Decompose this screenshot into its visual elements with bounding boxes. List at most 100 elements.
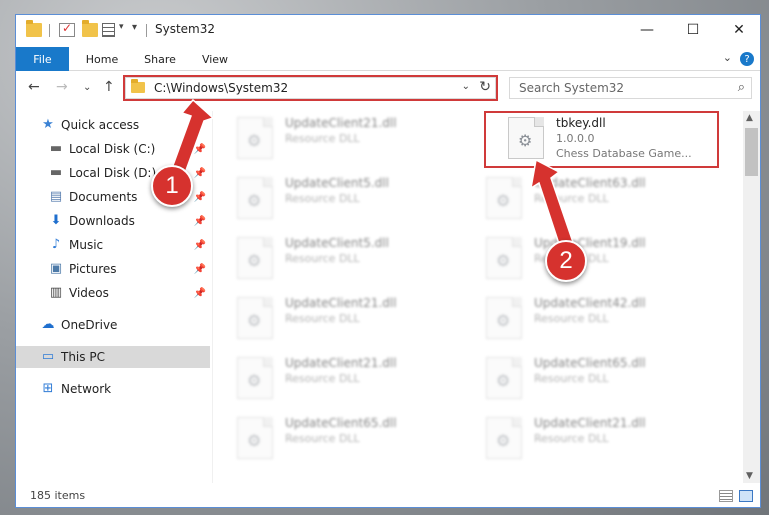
nav-item-pictures[interactable]: ▣ Pictures 📌 bbox=[16, 258, 210, 280]
gear-icon: ⚙ bbox=[247, 311, 262, 330]
search-box[interactable]: ⌕ bbox=[509, 77, 752, 99]
customize-quick-access-icon[interactable]: ▾ bbox=[132, 22, 137, 33]
new-folder-icon[interactable] bbox=[82, 20, 98, 37]
pin-icon[interactable]: 📌 bbox=[194, 192, 206, 203]
pin-icon[interactable]: 📌 bbox=[194, 144, 206, 155]
network-icon: ⊞ bbox=[42, 381, 54, 396]
dll-file-icon: ⚙ bbox=[486, 357, 522, 399]
file-tile[interactable]: ⚙ UpdateClient21.dll Resource DLL bbox=[214, 291, 444, 343]
dll-file-icon: ⚙ bbox=[237, 357, 273, 399]
address-path[interactable]: C:\Windows\System32 bbox=[154, 81, 288, 95]
music-icon: ♪ bbox=[51, 237, 61, 252]
step-1-badge: 1 bbox=[151, 165, 193, 207]
navigation-bar: ← → ⌄ ↑ C:\Windows\System32 ⌄ ↻ ⌕ bbox=[16, 73, 760, 103]
tab-home[interactable]: Home bbox=[78, 47, 126, 71]
file-name: tbkey.dll bbox=[556, 116, 606, 130]
status-bar: 185 items bbox=[16, 485, 760, 507]
file-tile[interactable]: ⚙ UpdateClient21.dll Resource DLL bbox=[214, 351, 444, 403]
dll-file-icon: ⚙ bbox=[508, 117, 544, 159]
pin-icon[interactable]: 📌 bbox=[194, 216, 206, 227]
gear-icon: ⚙ bbox=[496, 371, 511, 390]
dll-file-icon: ⚙ bbox=[237, 117, 273, 159]
step-2-badge: 2 bbox=[545, 240, 587, 282]
scrollbar-thumb[interactable] bbox=[745, 128, 758, 176]
file-tile[interactable]: ⚙ UpdateClient5.dll Resource DLL bbox=[214, 171, 444, 223]
videos-icon: ▥ bbox=[49, 285, 63, 300]
chevron-down-icon[interactable]: ⌄ bbox=[723, 51, 732, 64]
properties-icon[interactable] bbox=[102, 23, 115, 37]
dll-file-icon: ⚙ bbox=[486, 297, 522, 339]
large-icons-view-icon[interactable] bbox=[739, 490, 753, 502]
close-button[interactable]: ✕ bbox=[716, 15, 760, 45]
properties-check-icon[interactable] bbox=[59, 21, 75, 37]
chevron-down-icon[interactable]: ⌄ bbox=[462, 81, 470, 92]
file-explorer-window: ▾ ▾ System32 — ☐ ✕ File Home Share View … bbox=[15, 14, 761, 508]
title-bar: ▾ ▾ System32 — ☐ ✕ bbox=[16, 15, 760, 47]
file-tile[interactable]: ⚙ UpdateClient63.dll Resource DLL bbox=[463, 171, 693, 223]
gear-icon: ⚙ bbox=[496, 191, 511, 210]
pin-icon[interactable]: 📌 bbox=[194, 168, 206, 179]
file-tile[interactable]: ⚙ UpdateClient21.dll Resource DLL bbox=[463, 411, 693, 463]
file-tile[interactable]: ⚙ UpdateClient65.dll Resource DLL bbox=[463, 351, 693, 403]
nav-item-downloads[interactable]: ⬇ Downloads 📌 bbox=[16, 210, 210, 232]
minimize-button[interactable]: — bbox=[624, 15, 670, 45]
dll-file-icon: ⚙ bbox=[486, 177, 522, 219]
search-input[interactable] bbox=[510, 78, 725, 98]
back-arrow-icon[interactable]: ← bbox=[28, 79, 40, 95]
file-tile[interactable]: ⚙ UpdateClient65.dll Resource DLL bbox=[214, 411, 444, 463]
tab-file[interactable]: File bbox=[16, 47, 69, 71]
nav-item-local-disk-c[interactable]: ▬ Local Disk (C:) 📌 bbox=[16, 138, 210, 160]
gear-icon: ⚙ bbox=[247, 191, 262, 210]
forward-arrow-icon[interactable]: → bbox=[56, 79, 68, 95]
pane-divider bbox=[212, 111, 213, 483]
divider bbox=[146, 24, 147, 37]
documents-icon: ▤ bbox=[49, 189, 63, 204]
file-list: ⚙ UpdateClient21.dll Resource DLL ⚙ tbke… bbox=[214, 111, 746, 483]
nav-item-videos[interactable]: ▥ Videos 📌 bbox=[16, 282, 210, 304]
nav-item-network[interactable]: ⊞ Network bbox=[16, 378, 210, 400]
pictures-icon: ▣ bbox=[49, 261, 63, 276]
maximize-button[interactable]: ☐ bbox=[670, 15, 716, 45]
scroll-up-icon[interactable]: ▲ bbox=[746, 113, 753, 123]
dll-file-icon: ⚙ bbox=[237, 177, 273, 219]
pin-icon[interactable]: 📌 bbox=[194, 288, 206, 299]
dll-file-icon: ⚙ bbox=[237, 297, 273, 339]
item-count: 185 items bbox=[30, 489, 86, 502]
file-tile[interactable]: ⚙ UpdateClient5.dll Resource DLL bbox=[214, 231, 444, 283]
nav-item-quick-access[interactable]: ★ Quick access bbox=[16, 114, 210, 136]
star-icon: ★ bbox=[42, 117, 54, 132]
nav-item-this-pc[interactable]: ▭ This PC bbox=[16, 346, 210, 368]
drive-icon: ▬ bbox=[49, 165, 63, 180]
gear-icon: ⚙ bbox=[496, 251, 511, 270]
help-button[interactable]: ? bbox=[740, 52, 754, 66]
dll-file-icon: ⚙ bbox=[237, 237, 273, 279]
drive-icon: ▬ bbox=[49, 141, 63, 156]
chevron-down-icon[interactable]: ▾ bbox=[119, 22, 124, 32]
gear-icon: ⚙ bbox=[247, 251, 262, 270]
file-tile-tbkey-dll[interactable]: ⚙ tbkey.dll 1.0.0.0 Chess Database Game.… bbox=[485, 111, 715, 163]
nav-item-music[interactable]: ♪ Music 📌 bbox=[16, 234, 210, 256]
download-icon: ⬇ bbox=[50, 213, 62, 228]
file-tile[interactable]: ⚙ UpdateClient21.dll Resource DLL bbox=[214, 111, 444, 163]
tab-share[interactable]: Share bbox=[136, 47, 184, 71]
recent-locations-chevron-icon[interactable]: ⌄ bbox=[83, 82, 91, 93]
file-tile[interactable]: ⚙ UpdateClient42.dll Resource DLL bbox=[463, 291, 693, 343]
gear-icon: ⚙ bbox=[496, 311, 511, 330]
tab-view[interactable]: View bbox=[192, 47, 238, 71]
divider bbox=[49, 24, 50, 37]
computer-icon: ▭ bbox=[41, 349, 55, 364]
nav-item-onedrive[interactable]: ☁ OneDrive bbox=[16, 314, 210, 336]
scroll-down-icon[interactable]: ▼ bbox=[746, 471, 753, 481]
dll-file-icon: ⚙ bbox=[237, 417, 273, 459]
gear-icon: ⚙ bbox=[247, 131, 262, 150]
vertical-scrollbar[interactable]: ▲ ▼ bbox=[743, 111, 760, 483]
pin-icon[interactable]: 📌 bbox=[194, 264, 206, 275]
folder-icon bbox=[26, 20, 42, 37]
address-bar[interactable]: C:\Windows\System32 ⌄ ↻ bbox=[125, 77, 496, 99]
gear-icon: ⚙ bbox=[518, 131, 533, 150]
pin-icon[interactable]: 📌 bbox=[194, 240, 206, 251]
details-view-icon[interactable] bbox=[719, 490, 733, 502]
search-icon[interactable]: ⌕ bbox=[738, 80, 745, 95]
up-arrow-icon[interactable]: ↑ bbox=[103, 79, 115, 95]
refresh-icon[interactable]: ↻ bbox=[479, 79, 491, 95]
